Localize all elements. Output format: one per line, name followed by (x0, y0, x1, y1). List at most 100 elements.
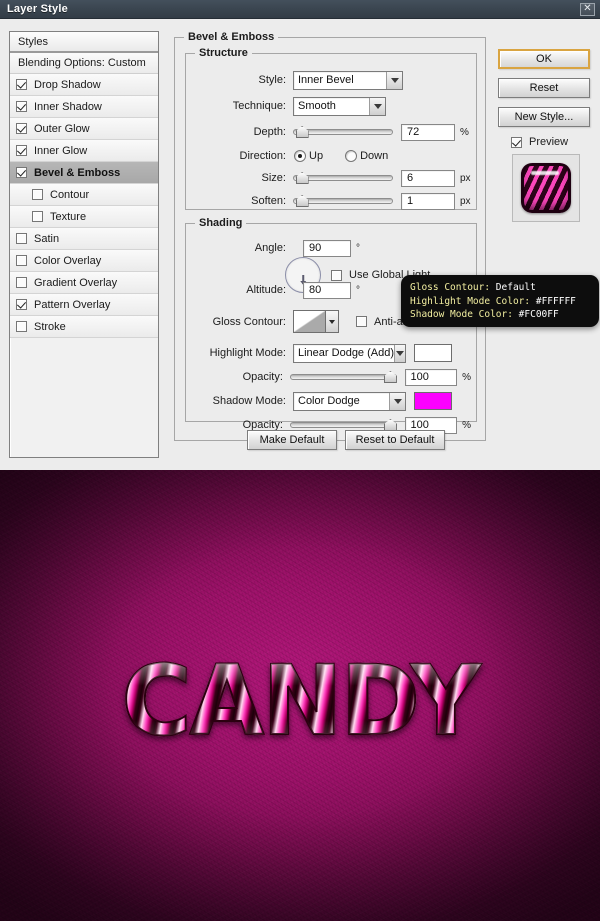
highlight-opacity-track (289, 374, 397, 380)
bevel-emboss-group: Bevel & Emboss Structure Style: Inner Be… (174, 31, 486, 450)
shadow-color-swatch[interactable] (414, 392, 452, 410)
anti-aliased-checkbox[interactable] (356, 316, 367, 327)
chevron-down-icon[interactable] (326, 310, 339, 333)
direction-label: Direction: (239, 150, 286, 162)
depth-slider[interactable] (293, 125, 393, 139)
effect-row-texture[interactable]: Texture (10, 206, 158, 228)
reset-button[interactable]: Reset (498, 78, 590, 98)
soften-slider-knob[interactable] (295, 195, 309, 207)
effect-row-satin[interactable]: Satin (10, 228, 158, 250)
direction-radio-up[interactable]: Up (294, 150, 323, 162)
radio-down-icon (345, 150, 358, 162)
effect-checkbox[interactable] (32, 211, 43, 222)
blending-options-row[interactable]: Blending Options: Custom (10, 53, 158, 74)
size-unit: px (460, 172, 471, 184)
effect-label: Outer Glow (34, 122, 90, 135)
style-select[interactable]: Inner Bevel (293, 70, 403, 90)
tooltip-key: Highlight Mode Color: (410, 295, 536, 307)
effect-checkbox[interactable] (16, 79, 27, 90)
altitude-label: Altitude: (246, 284, 286, 296)
screen: Layer Style ✕ Styles Blending Options: C… (0, 0, 600, 921)
effect-label: Texture (50, 210, 87, 223)
effect-label: Inner Glow (34, 144, 88, 157)
preview-toggle-row[interactable]: Preview (511, 136, 592, 148)
effect-checkbox[interactable] (16, 167, 27, 178)
effect-checkbox[interactable] (16, 101, 27, 112)
ok-button[interactable]: OK (498, 49, 590, 69)
effect-checkbox[interactable] (32, 189, 43, 200)
depth-unit: % (460, 126, 469, 138)
effect-row-outer-glow[interactable]: Outer Glow (10, 118, 158, 140)
effect-row-pattern-overlay[interactable]: Pattern Overlay (10, 294, 158, 316)
effect-row-gradient-overlay[interactable]: Gradient Overlay (10, 272, 158, 294)
effect-checkbox[interactable] (16, 255, 27, 266)
effect-checkbox[interactable] (16, 123, 27, 134)
structure-group-title: Structure (195, 47, 252, 59)
effect-label: Bevel & Emboss (34, 166, 121, 179)
gloss-contour-label: Gloss Contour: (212, 315, 286, 328)
preview-checkbox[interactable] (511, 136, 522, 148)
soften-input[interactable]: 1 (401, 192, 455, 210)
effect-checkbox[interactable] (16, 321, 27, 332)
shadow-opacity-unit: % (462, 419, 471, 431)
tooltip-line: Shadow Mode Color: #FC00FF (410, 308, 599, 322)
make-default-button[interactable]: Make Default (247, 430, 337, 450)
gloss-contour-thumbnail[interactable] (293, 310, 326, 333)
highlight-opacity-slider[interactable] (289, 370, 397, 384)
altitude-input[interactable]: 80 (303, 281, 351, 299)
reset-to-default-button[interactable]: Reset to Default (345, 430, 445, 450)
direction-radio-down[interactable]: Down (345, 150, 388, 162)
effect-checkbox[interactable] (16, 277, 27, 288)
angle-unit: ° (356, 242, 360, 254)
technique-select[interactable]: Smooth (293, 96, 386, 116)
style-label: Style: (258, 74, 286, 86)
size-label: Size: (261, 172, 286, 184)
tooltip-value: #FC00FF (518, 309, 559, 321)
altitude-unit: ° (356, 284, 360, 296)
technique-select-value: Smooth (298, 100, 336, 112)
close-icon[interactable]: ✕ (580, 2, 595, 16)
chevron-down-icon (394, 344, 405, 362)
highlight-mode-select[interactable]: Linear Dodge (Add) (293, 343, 406, 363)
shadow-mode-select[interactable]: Color Dodge (293, 391, 406, 411)
use-global-light-checkbox[interactable] (331, 269, 342, 281)
size-input[interactable]: 6 (401, 169, 455, 187)
styles-panel-header[interactable]: Styles (10, 32, 158, 53)
effect-checkbox[interactable] (16, 299, 27, 310)
effect-checkbox[interactable] (16, 145, 27, 156)
radio-up-icon (294, 150, 306, 162)
soften-label: Soften: (251, 195, 286, 207)
layer-style-dialog: Styles Blending Options: Custom Drop Sha… (0, 19, 600, 465)
new-style-button[interactable]: New Style... (498, 107, 590, 127)
depth-slider-knob[interactable] (295, 126, 309, 138)
depth-label: Depth: (253, 126, 286, 138)
soften-unit: px (460, 195, 471, 207)
effect-row-inner-glow[interactable]: Inner Glow (10, 140, 158, 162)
angle-input[interactable]: 90 (303, 239, 351, 257)
effect-label: Stroke (34, 320, 66, 333)
effect-row-inner-shadow[interactable]: Inner Shadow (10, 96, 158, 118)
tooltip-key: Shadow Mode Color: (410, 309, 519, 321)
effect-row-drop-shadow[interactable]: Drop Shadow (10, 74, 158, 96)
highlight-opacity-knob[interactable] (383, 371, 397, 383)
shading-group-title: Shading (195, 217, 247, 229)
effect-checkbox[interactable] (16, 233, 27, 244)
effect-label: Satin (34, 232, 60, 245)
styles-panel: Styles Blending Options: Custom Drop Sha… (9, 31, 159, 458)
angle-label: Angle: (254, 242, 286, 254)
tooltip-line: Gloss Contour: Default (410, 281, 599, 295)
tooltip-lines: Gloss Contour: Default Highlight Mode Col… (410, 281, 599, 322)
effect-row-stroke[interactable]: Stroke (10, 316, 158, 338)
effect-row-color-overlay[interactable]: Color Overlay (10, 250, 158, 272)
depth-input[interactable]: 72 (401, 123, 455, 141)
highlight-color-swatch[interactable] (414, 344, 452, 362)
size-slider-knob[interactable] (295, 172, 309, 184)
artwork-candy-text: CANDY (0, 652, 600, 750)
highlight-opacity-input[interactable]: 100 (404, 368, 458, 386)
gloss-contour-picker[interactable] (293, 310, 339, 333)
effect-row-bevel-emboss[interactable]: Bevel & Emboss (10, 162, 158, 184)
size-slider[interactable] (293, 171, 393, 185)
shadow-opacity-track (289, 422, 397, 428)
soften-slider[interactable] (293, 194, 393, 208)
effect-row-contour[interactable]: Contour (10, 184, 158, 206)
